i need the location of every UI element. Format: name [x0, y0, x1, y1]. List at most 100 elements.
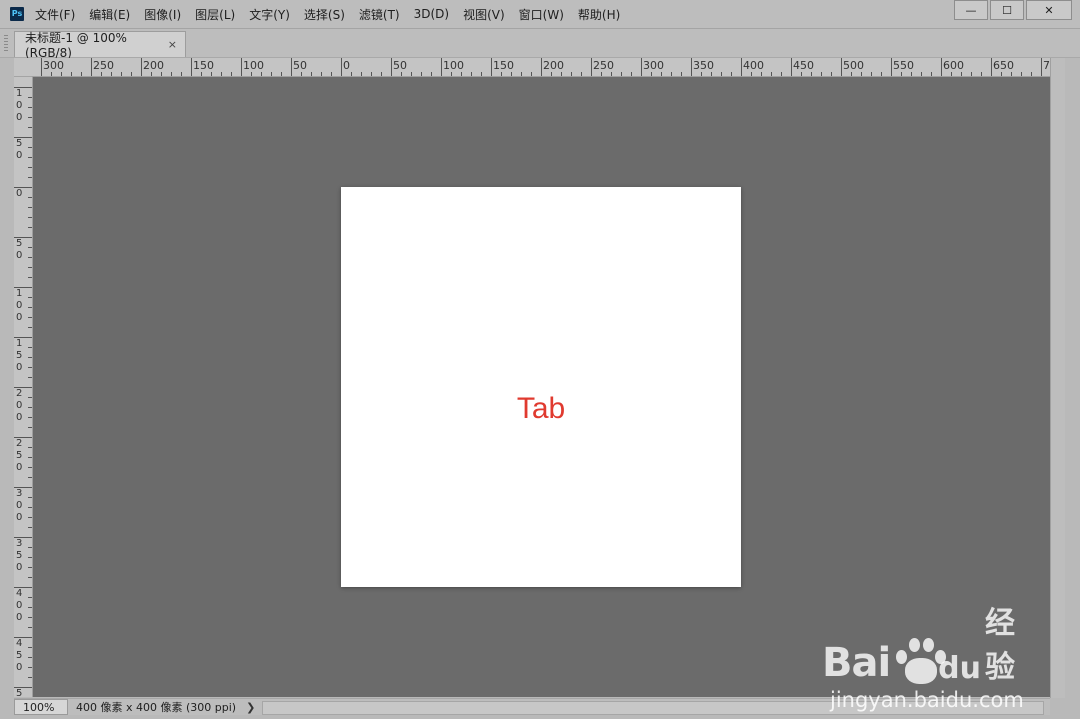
minimize-button[interactable]: —	[954, 0, 988, 20]
close-window-button[interactable]: ✕	[1026, 0, 1072, 20]
ruler-label: 400	[743, 59, 764, 72]
document-canvas[interactable]: Tab	[341, 187, 741, 587]
horizontal-ruler[interactable]: 300 250 200 150 100 50 0 50 100 150 200 250 300 350 40…	[32, 58, 1050, 77]
ruler-tick	[1021, 72, 1022, 76]
zoom-level-field[interactable]: 100%	[14, 699, 68, 715]
ruler-tick	[521, 72, 522, 76]
workspace[interactable]: Tab	[33, 77, 1050, 697]
menu-file[interactable]: 文件(F)	[34, 4, 76, 25]
menu-bar: Ps 文件(F) 编辑(E) 图像(I) 图层(L) 文字(Y) 选择(S) 滤…	[0, 0, 1080, 29]
status-menu-arrow-icon[interactable]: ❯	[246, 701, 255, 714]
ruler-tick	[611, 72, 612, 76]
vertical-ruler[interactable]: 1 0 0 5 0 0 5 0 1 0 0 1 5 0 2 0 0 2 5 0 3 0 0 3 5…	[14, 77, 33, 697]
ruler-label: 4 5 0	[16, 638, 23, 673]
ruler-tick	[28, 677, 32, 678]
ruler-tick	[781, 72, 782, 76]
ruler-label: 100	[443, 59, 464, 72]
maximize-button[interactable]: ☐	[990, 0, 1024, 20]
ruler-tick	[28, 467, 32, 468]
ruler-tick	[721, 72, 722, 76]
ruler-tick	[28, 177, 32, 178]
ruler-label: 0	[16, 188, 23, 199]
menu-select[interactable]: 选择(S)	[303, 4, 346, 25]
menu-3d[interactable]: 3D(D)	[413, 5, 450, 23]
ruler-tick	[121, 72, 122, 76]
ruler-tick	[28, 397, 32, 398]
ruler-label: 150	[193, 59, 214, 72]
vertical-scrollbar[interactable]	[1050, 58, 1065, 698]
ruler-tick	[861, 72, 862, 76]
ruler-tick	[191, 58, 192, 76]
canvas-text-layer[interactable]: Tab	[341, 392, 741, 426]
menu-filter[interactable]: 滤镜(T)	[358, 4, 401, 25]
ruler-tick	[28, 667, 32, 668]
ruler-tick	[741, 58, 742, 76]
ruler-label: 250	[93, 59, 114, 72]
ruler-tick	[911, 72, 912, 76]
ruler-tick	[28, 507, 32, 508]
ruler-tick	[551, 72, 552, 76]
ruler-tick	[171, 72, 172, 76]
ruler-tick	[621, 72, 622, 76]
ruler-label: 5	[16, 688, 23, 697]
ruler-tick	[51, 72, 52, 76]
ruler-origin[interactable]	[14, 58, 33, 77]
ruler-tick	[28, 217, 32, 218]
ruler-tick	[891, 58, 892, 76]
ruler-tick	[181, 72, 182, 76]
ruler-tick	[28, 97, 32, 98]
ruler-tick	[28, 267, 32, 268]
ruler-tick	[28, 627, 32, 628]
ruler-tick	[28, 197, 32, 198]
ruler-tick	[28, 357, 32, 358]
ruler-tick	[28, 317, 32, 318]
ruler-tick	[981, 72, 982, 76]
ruler-tick	[841, 58, 842, 76]
ruler-tick	[91, 58, 92, 76]
ruler-label: 5 0	[16, 238, 23, 261]
ruler-tick	[691, 58, 692, 76]
ruler-label: 300	[643, 59, 664, 72]
ruler-tick	[711, 72, 712, 76]
ruler-tick	[1041, 58, 1042, 76]
ruler-label: 250	[593, 59, 614, 72]
ruler-tick	[471, 72, 472, 76]
ruler-tick	[61, 72, 62, 76]
ruler-tick	[491, 58, 492, 76]
menu-layer[interactable]: 图层(L)	[194, 4, 236, 25]
ruler-tick	[351, 72, 352, 76]
ruler-tick	[71, 72, 72, 76]
ruler-tick	[961, 72, 962, 76]
ruler-tick	[421, 72, 422, 76]
ruler-tick	[231, 72, 232, 76]
ruler-tick	[111, 72, 112, 76]
menu-window[interactable]: 窗口(W)	[518, 4, 565, 25]
panel-grip-icon[interactable]	[4, 35, 8, 53]
menu-view[interactable]: 视图(V)	[462, 4, 506, 25]
ruler-label: 550	[893, 59, 914, 72]
ruler-tick	[971, 72, 972, 76]
horizontal-scrollbar[interactable]	[262, 701, 1044, 715]
close-tab-icon[interactable]: ×	[168, 38, 177, 51]
menu-type[interactable]: 文字(Y)	[248, 4, 291, 25]
ruler-tick	[801, 72, 802, 76]
ruler-tick	[321, 72, 322, 76]
menu-help[interactable]: 帮助(H)	[577, 4, 621, 25]
menu-image[interactable]: 图像(I)	[143, 4, 182, 25]
ruler-tick	[28, 127, 32, 128]
menu-edit[interactable]: 编辑(E)	[88, 4, 131, 25]
ruler-tick	[751, 72, 752, 76]
ruler-tick	[28, 657, 32, 658]
ruler-tick	[28, 647, 32, 648]
ruler-tick	[28, 517, 32, 518]
ruler-tick	[631, 72, 632, 76]
ruler-label: 450	[793, 59, 814, 72]
document-tab[interactable]: 未标题-1 @ 100%(RGB/8) ×	[14, 31, 186, 60]
status-bar: 100% 400 像素 x 400 像素 (300 ppi) ❯	[14, 698, 1050, 715]
document-info: 400 像素 x 400 像素 (300 ppi)	[76, 701, 237, 714]
ruler-tick	[141, 58, 142, 76]
ruler-tick	[951, 72, 952, 76]
ruler-label: 4 0 0	[16, 588, 23, 623]
ruler-tick	[311, 72, 312, 76]
ruler-label: 3 5 0	[16, 538, 23, 573]
